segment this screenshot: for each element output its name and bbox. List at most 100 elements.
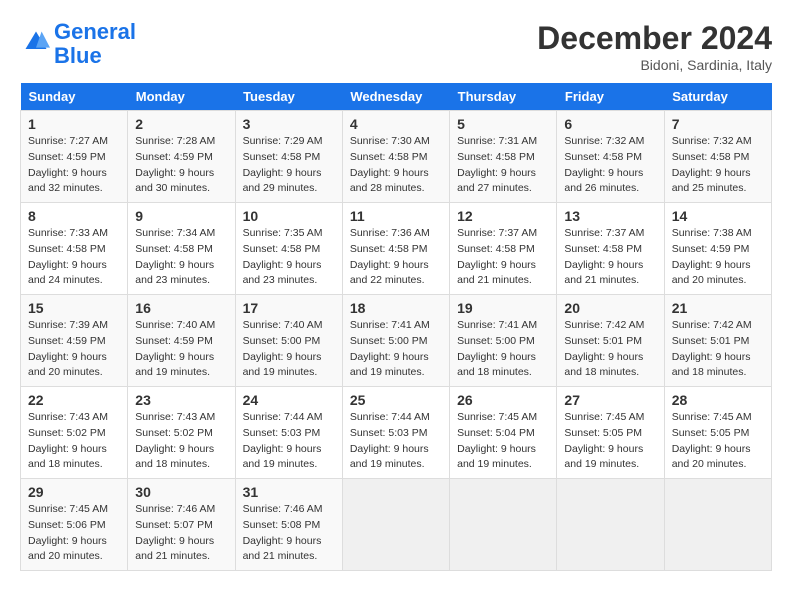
calendar-cell: 1 Sunrise: 7:27 AM Sunset: 4:59 PM Dayli… [21, 111, 128, 203]
calendar-cell: 24 Sunrise: 7:44 AM Sunset: 5:03 PM Dayl… [235, 387, 342, 479]
day-header-sunday: Sunday [21, 83, 128, 111]
location: Bidoni, Sardinia, Italy [537, 57, 772, 73]
day-number: 22 [28, 392, 120, 408]
calendar-cell: 23 Sunrise: 7:43 AM Sunset: 5:02 PM Dayl… [128, 387, 235, 479]
day-header-saturday: Saturday [664, 83, 771, 111]
day-info: Sunrise: 7:38 AM Sunset: 4:59 PM Dayligh… [672, 226, 764, 289]
calendar-cell: 10 Sunrise: 7:35 AM Sunset: 4:58 PM Dayl… [235, 203, 342, 295]
calendar-cell: 13 Sunrise: 7:37 AM Sunset: 4:58 PM Dayl… [557, 203, 664, 295]
calendar-cell: 27 Sunrise: 7:45 AM Sunset: 5:05 PM Dayl… [557, 387, 664, 479]
day-number: 31 [243, 484, 335, 500]
calendar-week-2: 8 Sunrise: 7:33 AM Sunset: 4:58 PM Dayli… [21, 203, 772, 295]
day-number: 4 [350, 116, 442, 132]
day-info: Sunrise: 7:40 AM Sunset: 4:59 PM Dayligh… [135, 318, 227, 381]
calendar-header-row: SundayMondayTuesdayWednesdayThursdayFrid… [21, 83, 772, 111]
calendar-cell: 25 Sunrise: 7:44 AM Sunset: 5:03 PM Dayl… [342, 387, 449, 479]
day-number: 5 [457, 116, 549, 132]
day-info: Sunrise: 7:31 AM Sunset: 4:58 PM Dayligh… [457, 134, 549, 197]
day-number: 8 [28, 208, 120, 224]
day-info: Sunrise: 7:44 AM Sunset: 5:03 PM Dayligh… [350, 410, 442, 473]
calendar-cell [342, 479, 449, 571]
day-header-monday: Monday [128, 83, 235, 111]
day-info: Sunrise: 7:39 AM Sunset: 4:59 PM Dayligh… [28, 318, 120, 381]
day-info: Sunrise: 7:46 AM Sunset: 5:08 PM Dayligh… [243, 502, 335, 565]
day-info: Sunrise: 7:36 AM Sunset: 4:58 PM Dayligh… [350, 226, 442, 289]
calendar-cell: 19 Sunrise: 7:41 AM Sunset: 5:00 PM Dayl… [450, 295, 557, 387]
day-header-wednesday: Wednesday [342, 83, 449, 111]
day-number: 16 [135, 300, 227, 316]
calendar-cell: 29 Sunrise: 7:45 AM Sunset: 5:06 PM Dayl… [21, 479, 128, 571]
day-number: 11 [350, 208, 442, 224]
calendar-cell: 30 Sunrise: 7:46 AM Sunset: 5:07 PM Dayl… [128, 479, 235, 571]
day-info: Sunrise: 7:42 AM Sunset: 5:01 PM Dayligh… [672, 318, 764, 381]
calendar-cell: 4 Sunrise: 7:30 AM Sunset: 4:58 PM Dayli… [342, 111, 449, 203]
day-info: Sunrise: 7:27 AM Sunset: 4:59 PM Dayligh… [28, 134, 120, 197]
day-header-thursday: Thursday [450, 83, 557, 111]
day-number: 3 [243, 116, 335, 132]
day-info: Sunrise: 7:35 AM Sunset: 4:58 PM Dayligh… [243, 226, 335, 289]
day-number: 1 [28, 116, 120, 132]
calendar-cell: 8 Sunrise: 7:33 AM Sunset: 4:58 PM Dayli… [21, 203, 128, 295]
day-info: Sunrise: 7:32 AM Sunset: 4:58 PM Dayligh… [672, 134, 764, 197]
day-number: 29 [28, 484, 120, 500]
calendar-body: 1 Sunrise: 7:27 AM Sunset: 4:59 PM Dayli… [21, 111, 772, 571]
calendar-week-4: 22 Sunrise: 7:43 AM Sunset: 5:02 PM Dayl… [21, 387, 772, 479]
calendar-cell: 31 Sunrise: 7:46 AM Sunset: 5:08 PM Dayl… [235, 479, 342, 571]
day-info: Sunrise: 7:44 AM Sunset: 5:03 PM Dayligh… [243, 410, 335, 473]
calendar-cell: 28 Sunrise: 7:45 AM Sunset: 5:05 PM Dayl… [664, 387, 771, 479]
day-number: 10 [243, 208, 335, 224]
day-number: 28 [672, 392, 764, 408]
day-info: Sunrise: 7:46 AM Sunset: 5:07 PM Dayligh… [135, 502, 227, 565]
day-info: Sunrise: 7:37 AM Sunset: 4:58 PM Dayligh… [564, 226, 656, 289]
day-number: 21 [672, 300, 764, 316]
day-number: 24 [243, 392, 335, 408]
day-number: 19 [457, 300, 549, 316]
logo: General Blue [20, 20, 136, 68]
day-info: Sunrise: 7:32 AM Sunset: 4:58 PM Dayligh… [564, 134, 656, 197]
calendar-cell: 16 Sunrise: 7:40 AM Sunset: 4:59 PM Dayl… [128, 295, 235, 387]
page-header: General Blue December 2024 Bidoni, Sardi… [20, 20, 772, 73]
calendar-cell [664, 479, 771, 571]
day-number: 27 [564, 392, 656, 408]
day-number: 30 [135, 484, 227, 500]
day-info: Sunrise: 7:45 AM Sunset: 5:06 PM Dayligh… [28, 502, 120, 565]
day-info: Sunrise: 7:45 AM Sunset: 5:04 PM Dayligh… [457, 410, 549, 473]
calendar-cell: 14 Sunrise: 7:38 AM Sunset: 4:59 PM Dayl… [664, 203, 771, 295]
day-info: Sunrise: 7:40 AM Sunset: 5:00 PM Dayligh… [243, 318, 335, 381]
calendar-table: SundayMondayTuesdayWednesdayThursdayFrid… [20, 83, 772, 571]
day-number: 2 [135, 116, 227, 132]
calendar-cell: 22 Sunrise: 7:43 AM Sunset: 5:02 PM Dayl… [21, 387, 128, 479]
day-number: 7 [672, 116, 764, 132]
calendar-cell: 26 Sunrise: 7:45 AM Sunset: 5:04 PM Dayl… [450, 387, 557, 479]
calendar-week-1: 1 Sunrise: 7:27 AM Sunset: 4:59 PM Dayli… [21, 111, 772, 203]
calendar-week-5: 29 Sunrise: 7:45 AM Sunset: 5:06 PM Dayl… [21, 479, 772, 571]
day-number: 26 [457, 392, 549, 408]
day-info: Sunrise: 7:28 AM Sunset: 4:59 PM Dayligh… [135, 134, 227, 197]
calendar-week-3: 15 Sunrise: 7:39 AM Sunset: 4:59 PM Dayl… [21, 295, 772, 387]
calendar-cell: 2 Sunrise: 7:28 AM Sunset: 4:59 PM Dayli… [128, 111, 235, 203]
day-info: Sunrise: 7:34 AM Sunset: 4:58 PM Dayligh… [135, 226, 227, 289]
day-number: 6 [564, 116, 656, 132]
day-number: 12 [457, 208, 549, 224]
day-info: Sunrise: 7:29 AM Sunset: 4:58 PM Dayligh… [243, 134, 335, 197]
day-header-friday: Friday [557, 83, 664, 111]
logo-line1: General [54, 20, 136, 44]
calendar-cell: 3 Sunrise: 7:29 AM Sunset: 4:58 PM Dayli… [235, 111, 342, 203]
day-number: 18 [350, 300, 442, 316]
calendar-cell: 9 Sunrise: 7:34 AM Sunset: 4:58 PM Dayli… [128, 203, 235, 295]
day-info: Sunrise: 7:43 AM Sunset: 5:02 PM Dayligh… [135, 410, 227, 473]
calendar-cell [557, 479, 664, 571]
day-number: 9 [135, 208, 227, 224]
day-header-tuesday: Tuesday [235, 83, 342, 111]
title-block: December 2024 Bidoni, Sardinia, Italy [537, 20, 772, 73]
calendar-cell: 5 Sunrise: 7:31 AM Sunset: 4:58 PM Dayli… [450, 111, 557, 203]
day-info: Sunrise: 7:45 AM Sunset: 5:05 PM Dayligh… [672, 410, 764, 473]
day-info: Sunrise: 7:30 AM Sunset: 4:58 PM Dayligh… [350, 134, 442, 197]
calendar-cell: 15 Sunrise: 7:39 AM Sunset: 4:59 PM Dayl… [21, 295, 128, 387]
day-number: 23 [135, 392, 227, 408]
calendar-cell: 20 Sunrise: 7:42 AM Sunset: 5:01 PM Dayl… [557, 295, 664, 387]
day-info: Sunrise: 7:42 AM Sunset: 5:01 PM Dayligh… [564, 318, 656, 381]
day-info: Sunrise: 7:41 AM Sunset: 5:00 PM Dayligh… [457, 318, 549, 381]
day-info: Sunrise: 7:43 AM Sunset: 5:02 PM Dayligh… [28, 410, 120, 473]
day-number: 13 [564, 208, 656, 224]
